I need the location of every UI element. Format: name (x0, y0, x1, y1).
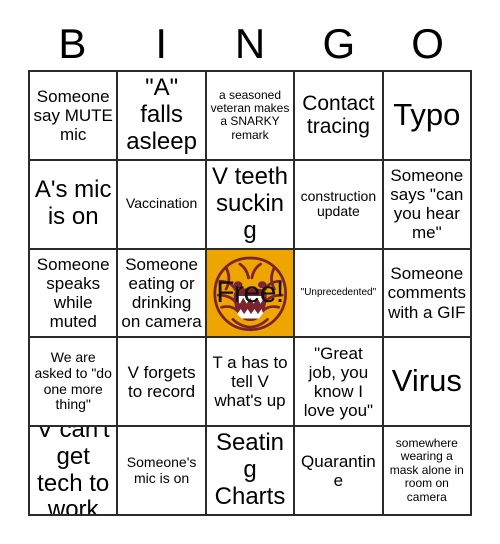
bingo-cell-label: V can't get tech to work (36, 427, 110, 516)
bingo-cell-label: Someone comments with a GIF (387, 264, 466, 322)
bingo-cell[interactable]: a seasoned veteran makes a SNARKY remark (206, 72, 296, 161)
bingo-cell-label: "Great job, you know I love you" (303, 343, 374, 420)
bingo-cell-label: Someone says "can you hear me" (390, 166, 464, 243)
bingo-cell-label: T a has to tell V what's up (212, 353, 288, 411)
bingo-cell-label: Someone say MUTE mic (33, 86, 113, 144)
bingo-cell[interactable]: Vaccination (118, 160, 207, 250)
bingo-cell[interactable]: Someone comments with a GIF (383, 249, 472, 339)
bingo-header-letter-g: G (322, 20, 356, 67)
bingo-cell[interactable]: Contact tracing (295, 72, 384, 161)
bingo-cell-label: "A" falls asleep (126, 74, 197, 155)
bingo-cell[interactable]: Someone says "can you hear me" (383, 160, 472, 250)
bingo-cell[interactable]: Quarantine (295, 427, 384, 516)
bingo-header-letter-b: B (58, 20, 87, 67)
bingo-cell-label: Someone eating or drinking on camera (121, 254, 202, 332)
bingo-cell[interactable]: T a has to tell V what's up (206, 338, 296, 428)
bingo-cell-label: Contact tracing (302, 91, 375, 139)
bingo-cell[interactable]: Someone speaks while muted (30, 249, 119, 339)
bingo-header-letter-o: O (411, 20, 444, 67)
bingo-cell-label: Someone speaks while muted (36, 254, 110, 332)
bingo-cell-label: construction update (300, 187, 377, 220)
bingo-cell-label: somewhere wearing a mask alone in room o… (389, 436, 464, 504)
bingo-cell-label: A's mic is on (34, 176, 112, 231)
bingo-cell-label: Virus (391, 363, 462, 399)
bingo-cell[interactable]: V can't get tech to work (30, 427, 119, 516)
bingo-cell[interactable]: Someone eating or drinking on camera (118, 249, 207, 339)
bingo-cell-label: We are asked to "do one more thing" (34, 349, 112, 413)
bingo-card: B I N G O Someone say MUTE mic "A" falls … (0, 0, 500, 544)
bingo-cell[interactable]: somewhere wearing a mask alone in room o… (383, 427, 472, 516)
bingo-cell-label: a seasoned veteran makes a SNARKY remark (210, 87, 290, 142)
bingo-cell[interactable]: construction update (295, 160, 384, 250)
bingo-cell[interactable]: V forgets to record (118, 338, 207, 428)
bingo-cell-label: Typo (393, 97, 461, 133)
bingo-header-letter-i: I (155, 20, 168, 67)
bingo-cell-label: Someone's mic is on (126, 453, 197, 486)
bingo-cell[interactable]: "Great job, you know I love you" (295, 338, 384, 428)
bingo-cell[interactable]: Typo (383, 72, 472, 161)
bingo-cell-label: Vaccination (125, 195, 198, 212)
bingo-cell[interactable]: Someone's mic is on (118, 427, 207, 516)
bingo-cell-label: "Unprecedented" (300, 287, 377, 299)
bingo-cell-label: Quarantine (301, 451, 376, 490)
bingo-header-letter-n: N (234, 20, 266, 67)
bingo-cell[interactable]: Seating Charts (206, 427, 296, 516)
bingo-header-row: B I N G O (28, 18, 472, 70)
bingo-cell[interactable]: "Unprecedented" (295, 249, 384, 339)
free-space-label: Free! (216, 275, 284, 309)
bingo-cell[interactable]: Virus (383, 338, 472, 428)
bingo-cell[interactable]: "A" falls asleep (118, 72, 207, 161)
bingo-cell[interactable]: V teeth sucking (206, 160, 296, 250)
bingo-cell-free-space[interactable]: Free! (206, 249, 296, 339)
bingo-cell[interactable]: We are asked to "do one more thing" (30, 338, 119, 428)
bingo-grid: Someone say MUTE mic "A" falls asleep a se… (28, 70, 472, 516)
bingo-cell-label: V teeth sucking (211, 162, 289, 244)
bingo-cell-label: Seating Charts (214, 429, 286, 511)
bingo-cell-label: V forgets to record (127, 362, 196, 401)
bingo-cell[interactable]: A's mic is on (30, 160, 119, 250)
bingo-cell[interactable]: Someone say MUTE mic (30, 72, 119, 161)
